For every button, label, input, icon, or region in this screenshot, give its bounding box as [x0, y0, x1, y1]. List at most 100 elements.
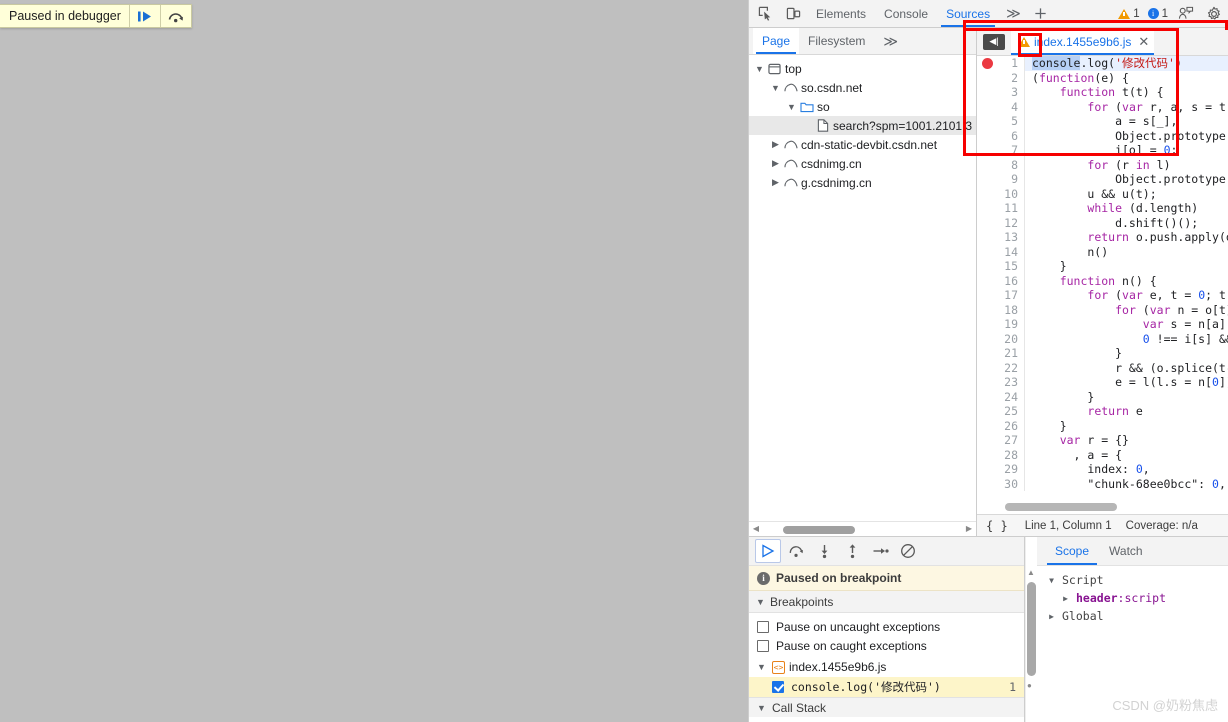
code-line[interactable]: 1 console.log('修改代码')	[977, 56, 1228, 71]
scrollbar-thumb[interactable]	[783, 525, 855, 534]
device-toolbar-button[interactable]	[779, 1, 807, 27]
breakpoint-dot-icon[interactable]	[982, 57, 993, 69]
toolbar-overflow-icon[interactable]: ≫	[999, 5, 1028, 22]
code-line[interactable]: 23 e = l(l.s = n[0])	[977, 375, 1228, 390]
call-stack-section-header[interactable]: ▼ Call Stack	[749, 697, 1024, 717]
tree-twisty[interactable]: ▶	[769, 139, 782, 150]
tab-elements[interactable]: Elements	[807, 0, 875, 27]
code-editor[interactable]: 1 console.log('修改代码') 2 (function(e) {3 fun…	[977, 56, 1228, 514]
tree-twisty[interactable]: ▼	[769, 83, 782, 93]
breakpoint-file-twisty-icon[interactable]: ▼	[755, 662, 768, 672]
breakpoint-gutter[interactable]	[977, 100, 999, 115]
tab-sources[interactable]: Sources	[937, 0, 999, 27]
code-line[interactable]: 19 var s = n[a];	[977, 317, 1228, 332]
tab-watch[interactable]: Watch	[1099, 537, 1153, 565]
breakpoint-gutter[interactable]	[977, 361, 999, 376]
code-line[interactable]: 25 return e	[977, 404, 1228, 419]
scrollbar-thumb[interactable]	[1005, 503, 1117, 511]
code-line[interactable]: 20 0 !== i[s] &&	[977, 331, 1228, 347]
navigator-overflow-icon[interactable]: ≫	[876, 33, 905, 50]
code-lines[interactable]: 1 console.log('修改代码') 2 (function(e) {3 fun…	[977, 56, 1228, 491]
code-line[interactable]: 27 var r = {}	[977, 433, 1228, 448]
code-line[interactable]: 22 r && (o.splice(t-	[977, 360, 1228, 376]
code-line[interactable]: 29 index: 0,	[977, 462, 1228, 477]
breakpoint-gutter[interactable]	[977, 245, 999, 260]
breakpoints-twisty-icon[interactable]: ▼	[755, 597, 766, 607]
breakpoint-list-item[interactable]: console.log('修改代码') 1	[749, 677, 1024, 697]
pretty-print-button[interactable]: { }	[983, 519, 1011, 533]
scroll-down-icon[interactable]: ●	[1027, 681, 1032, 690]
step-button[interactable]	[867, 539, 893, 563]
call-stack-twisty-icon[interactable]: ▼	[755, 703, 768, 713]
code-line[interactable]: 15 }	[977, 259, 1228, 274]
tree-twisty[interactable]: ▶	[769, 177, 782, 188]
code-horizontal-scrollbar[interactable]	[977, 502, 1228, 512]
breakpoint-gutter[interactable]	[977, 158, 999, 173]
code-line[interactable]: 16 function n() {	[977, 273, 1228, 288]
debugger-vertical-scrollbar[interactable]: ▲ ●	[1025, 537, 1037, 722]
scope-twisty-icon[interactable]: ▼	[1045, 576, 1058, 585]
breakpoint-file-row[interactable]: ▼ <> index.1455e9b6.js	[749, 657, 1024, 677]
breakpoint-gutter[interactable]	[977, 288, 999, 303]
settings-button[interactable]	[1200, 1, 1228, 27]
breakpoint-gutter[interactable]	[977, 390, 999, 405]
breakpoint-gutter[interactable]	[977, 259, 999, 274]
code-line[interactable]: 30 "chunk-68ee0bcc": 0,	[977, 476, 1228, 491]
scrollbar-track[interactable]	[763, 522, 962, 537]
breakpoint-gutter[interactable]	[977, 317, 999, 332]
scroll-right-icon[interactable]: ▶	[962, 525, 976, 533]
breakpoint-gutter[interactable]	[977, 332, 999, 347]
scroll-left-icon[interactable]: ◀	[749, 525, 763, 533]
code-line[interactable]: 11 while (d.length)	[977, 201, 1228, 216]
code-line[interactable]: 4 for (var r, a, s = t[	[977, 99, 1228, 115]
warning-badge[interactable]: 1	[1114, 8, 1143, 20]
breakpoint-gutter[interactable]	[977, 71, 999, 86]
breakpoint-gutter[interactable]	[977, 85, 999, 100]
tree-row[interactable]: ▼ top	[749, 59, 976, 78]
breakpoint-gutter[interactable]	[977, 201, 999, 216]
code-line[interactable]: 5 a = s[_],	[977, 114, 1228, 129]
code-line[interactable]: 8 for (r in l)	[977, 157, 1228, 173]
breakpoint-gutter[interactable]	[977, 375, 999, 390]
tab-scope[interactable]: Scope	[1045, 537, 1099, 565]
tree-twisty[interactable]: ▼	[785, 102, 798, 112]
scope-row-header[interactable]: ▶ header : script	[1037, 589, 1228, 607]
code-line[interactable]: 2 (function(e) {	[977, 70, 1228, 86]
breakpoint-gutter[interactable]	[977, 462, 999, 477]
tree-row[interactable]: ▼ so	[749, 97, 976, 116]
breakpoint-gutter[interactable]	[977, 114, 999, 129]
breakpoint-gutter[interactable]	[977, 56, 999, 71]
feedback-button[interactable]	[1172, 1, 1200, 27]
breakpoint-gutter[interactable]	[977, 419, 999, 434]
breakpoint-gutter[interactable]	[977, 216, 999, 231]
breakpoint-gutter[interactable]	[977, 230, 999, 245]
tree-twisty[interactable]: ▼	[753, 64, 766, 74]
tab-console[interactable]: Console	[875, 0, 937, 27]
code-line[interactable]: 13 return o.push.apply(o	[977, 230, 1228, 245]
code-line[interactable]: 7 i[o] = 0;	[977, 143, 1228, 158]
scope-row-script[interactable]: ▼ Script	[1037, 571, 1228, 589]
code-line[interactable]: 17 for (var e, t = 0; t	[977, 288, 1228, 303]
tree-twisty[interactable]: ▶	[769, 158, 782, 169]
step-out-button[interactable]	[839, 539, 865, 563]
tree-row[interactable]: ▶ csdnimg.cn	[749, 154, 976, 173]
breakpoint-gutter[interactable]	[977, 433, 999, 448]
show-navigator-button[interactable]: ◀|	[983, 33, 1005, 50]
code-line[interactable]: 10 u && u(t);	[977, 186, 1228, 201]
navigator-more-options-icon[interactable]: ⋮	[954, 34, 976, 48]
breakpoints-section-header[interactable]: ▼ Breakpoints	[749, 591, 1024, 613]
overlay-step-over-button[interactable]	[159, 5, 191, 27]
tree-row[interactable]: ▶ cdn-static-devbit.csdn.net	[749, 135, 976, 154]
breakpoint-enabled-checkbox[interactable]	[772, 681, 784, 693]
step-into-button[interactable]	[811, 539, 837, 563]
scroll-up-icon[interactable]: ▲	[1027, 568, 1035, 577]
breakpoint-gutter[interactable]	[977, 129, 999, 144]
code-line[interactable]: 9 Object.prototype.	[977, 172, 1228, 187]
code-line[interactable]: 12 d.shift()();	[977, 215, 1228, 231]
resume-button[interactable]	[755, 539, 781, 563]
navigator-tab-page[interactable]: Page	[753, 28, 800, 54]
add-panel-button[interactable]	[1028, 6, 1054, 21]
tree-row-search-document[interactable]: search?spm=1001.2101.30	[749, 116, 976, 135]
tree-row[interactable]: ▼ so.csdn.net	[749, 78, 976, 97]
pause-caught-exceptions-checkbox[interactable]	[757, 639, 769, 652]
